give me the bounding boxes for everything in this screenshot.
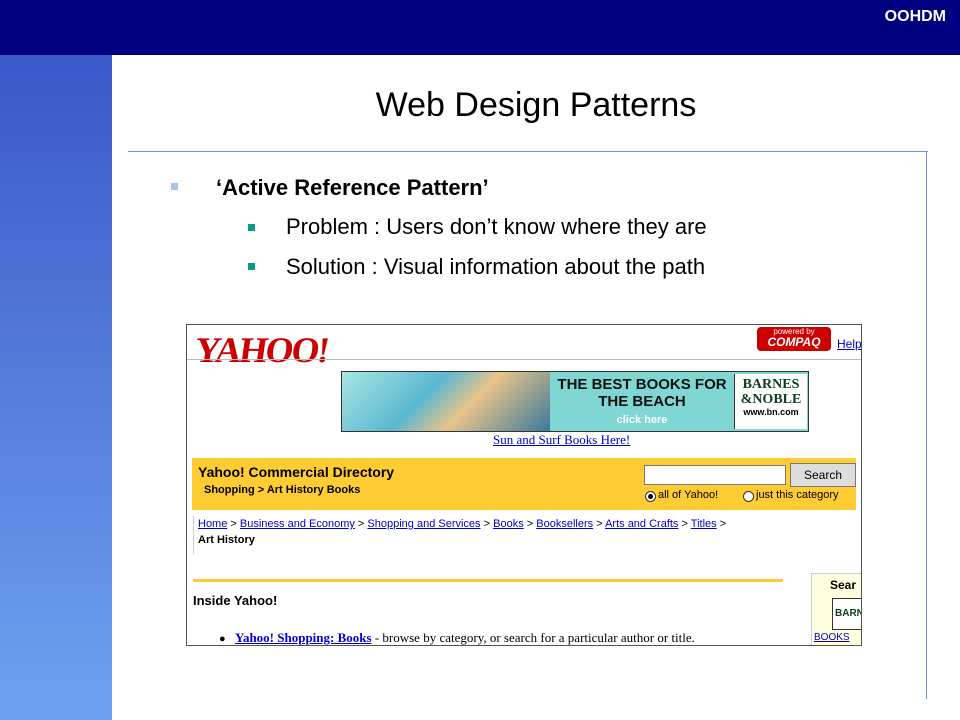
bullet-marker — [248, 263, 255, 270]
sidebar-logo[interactable]: BARN — [832, 598, 861, 630]
crumb-separator: > — [596, 518, 603, 530]
crumb-separator: > — [483, 518, 491, 530]
radio-all-label: all of Yahoo! — [658, 489, 719, 501]
crumb-separator: > — [357, 518, 365, 530]
help-link[interactable]: Help — [837, 337, 861, 351]
bullet-marker — [248, 224, 255, 231]
compaq-badge[interactable]: powered by COMPAQ — [757, 327, 831, 351]
radio-this-category[interactable] — [743, 491, 754, 502]
bn-url: www.bn.com — [743, 407, 799, 417]
crumb-booksellers[interactable]: Booksellers — [536, 518, 593, 530]
left-gradient-bar — [0, 55, 112, 720]
search-input[interactable] — [644, 465, 786, 485]
banner-headline: THE BEST BOOKS FOR THE BEACH — [557, 376, 727, 410]
yellow-rule — [193, 579, 783, 582]
crumb-separator: > — [719, 518, 727, 530]
ad-banner[interactable]: THE BEST BOOKS FOR THE BEACH click here … — [341, 371, 809, 432]
crumb-books[interactable]: Books — [493, 518, 524, 530]
crumb-titles[interactable]: Titles — [691, 518, 717, 530]
bn-logo-text: BARNES &NOBLE — [740, 377, 802, 407]
sidebar-books-link[interactable]: BOOKS — [814, 632, 850, 643]
radio-all-yahoo[interactable] — [645, 491, 656, 502]
compaq-name: COMPAQ — [767, 335, 821, 349]
inside-yahoo-heading: Inside Yahoo! — [193, 593, 278, 608]
search-button[interactable]: Search — [790, 463, 856, 487]
list-bullet-icon: ● — [219, 633, 226, 645]
bullet-heading: ‘Active Reference Pattern’ — [216, 175, 489, 200]
crumb-arts[interactable]: Arts and Crafts — [605, 518, 678, 530]
breadcrumb-trail: Home > Business and Economy > Shopping a… — [198, 518, 726, 530]
slide-title: Web Design Patterns — [375, 86, 697, 124]
directory-subtitle: Shopping > Art History Books — [204, 484, 361, 496]
crumb-separator: > — [526, 518, 534, 530]
banner-cta[interactable]: click here — [552, 414, 732, 426]
list-item: Yahoo! Shopping: Books - browse by categ… — [235, 630, 695, 645]
bullet-marker — [171, 183, 178, 190]
crumb-current: Art History — [198, 534, 255, 546]
shopping-books-link[interactable]: Yahoo! Shopping: Books — [235, 630, 372, 645]
bullet-solution: Solution : Visual information about the … — [286, 254, 706, 279]
sidebar-heading: Sear — [830, 578, 857, 592]
crumb-separator: > — [230, 518, 237, 530]
directory-header: Yahoo! Commercial Directory Shopping > A… — [192, 458, 856, 510]
right-divider — [926, 151, 927, 699]
title-divider — [128, 151, 928, 152]
shopping-books-desc: - browse by category, or search for a pa… — [371, 630, 695, 645]
brand-label: OOHDM — [884, 8, 946, 25]
banner-link[interactable]: Sun and Surf Books Here! — [493, 432, 630, 448]
header-divider — [187, 359, 861, 360]
yahoo-logo[interactable]: YAHOO! — [192, 329, 331, 371]
beach-image — [342, 372, 550, 431]
crumb-separator: > — [681, 518, 688, 530]
crumb-shopping[interactable]: Shopping and Services — [367, 518, 480, 530]
bullet-problem: Problem : Users don’t know where they ar… — [286, 214, 707, 239]
crumb-business[interactable]: Business and Economy — [240, 518, 355, 530]
directory-title: Yahoo! Commercial Directory — [198, 464, 395, 480]
header-bar: OOHDM — [0, 0, 960, 55]
barnes-noble-logo: BARNES &NOBLE www.bn.com — [734, 374, 807, 429]
crumb-home[interactable]: Home — [198, 518, 227, 530]
sidebar-panel: Sear BARN BOOKS — [811, 573, 861, 645]
radio-category-label: just this category — [756, 489, 839, 501]
breadcrumb: Home > Business and Economy > Shopping a… — [193, 516, 858, 554]
yahoo-screenshot: YAHOO! powered by COMPAQ Help THE BEST B… — [186, 324, 862, 646]
